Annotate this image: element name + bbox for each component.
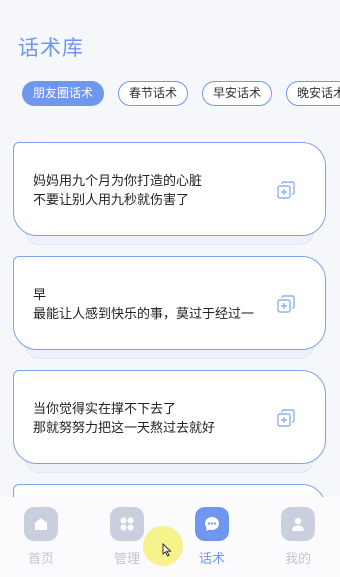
- card-text: 当你觉得实在撑不下去了 那就努努力把这一天熬过去就好: [33, 400, 265, 438]
- card-line: 早: [33, 288, 47, 303]
- card-line: 妈妈用九个月为你打造的心脏: [33, 174, 203, 189]
- page-title: 话术库: [18, 36, 84, 60]
- nav-label: 话术: [198, 552, 225, 567]
- grid-icon: [110, 507, 144, 541]
- card-line: 最能让人感到快乐的事，莫过于经过一: [33, 307, 255, 322]
- home-icon: [24, 507, 58, 541]
- card-line: 当你觉得实在撑不下去了: [33, 402, 177, 417]
- copy-icon[interactable]: [277, 409, 295, 427]
- tab-good-night[interactable]: 晚安话术: [286, 81, 340, 106]
- user-icon: [281, 507, 315, 541]
- phrase-card[interactable]: 当你觉得实在撑不下去了 那就努努力把这一天熬过去就好: [13, 370, 326, 473]
- nav-profile[interactable]: 我的: [268, 507, 328, 567]
- nav-phrases[interactable]: 话术: [182, 507, 242, 567]
- nav-label: 首页: [27, 552, 54, 567]
- category-tabs: 朋友圈话术 春节话术 早安话术 晚安话术: [22, 81, 340, 106]
- nav-label: 我的: [284, 552, 311, 567]
- tab-spring-festival[interactable]: 春节话术: [118, 81, 189, 106]
- card-line: 那就努努力把这一天熬过去就好: [33, 421, 216, 436]
- card-text: 早 最能让人感到快乐的事，莫过于经过一: [33, 286, 265, 324]
- card-line: 不要让别人用九秒就伤害了: [33, 193, 190, 208]
- nav-home[interactable]: 首页: [11, 507, 71, 567]
- phrase-card[interactable]: 妈妈用九个月为你打造的心脏 不要让别人用九秒就伤害了: [13, 142, 326, 245]
- copy-icon[interactable]: [277, 181, 295, 199]
- tab-good-morning[interactable]: 早安话术: [202, 81, 273, 106]
- card-text: 妈妈用九个月为你打造的心脏 不要让别人用九秒就伤害了: [33, 172, 265, 210]
- phrase-card[interactable]: 早 最能让人感到快乐的事，莫过于经过一: [13, 256, 326, 359]
- chat-icon: [195, 507, 229, 541]
- tab-moments[interactable]: 朋友圈话术: [22, 81, 105, 106]
- cursor-icon: [162, 543, 172, 557]
- copy-icon[interactable]: [277, 295, 295, 313]
